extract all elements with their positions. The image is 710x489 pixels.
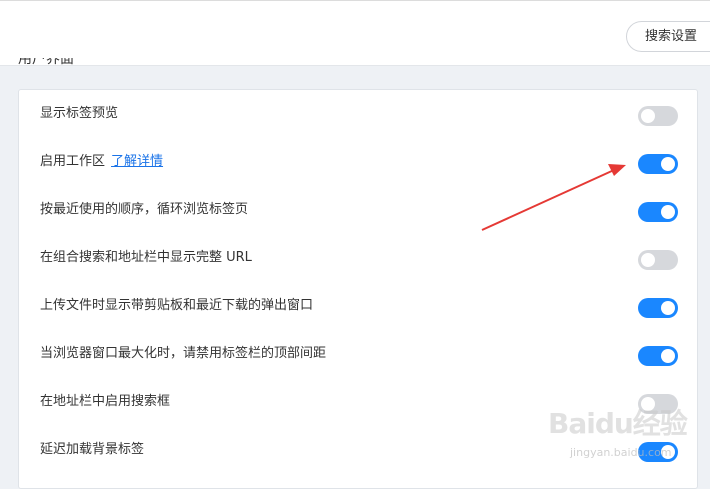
- search-settings-button[interactable]: 搜索设置: [626, 21, 710, 52]
- setting-label: 启用工作区: [40, 154, 106, 169]
- setting-label: 在组合搜索和地址栏中显示完整 URL: [40, 250, 252, 265]
- watermark-url: jingyan.baidu.com: [570, 446, 672, 459]
- toggle-switch[interactable]: [638, 298, 678, 318]
- baidu-watermark: Baidu经验 jingyan.baidu.com: [540, 394, 710, 474]
- toggle-switch[interactable]: [638, 346, 678, 366]
- toggle-switch[interactable]: [638, 106, 678, 126]
- top-bar: 搜索设置: [0, 0, 710, 66]
- setting-label: 在地址栏中启用搜索框: [40, 394, 171, 409]
- learn-more-link[interactable]: 了解详情: [111, 154, 163, 169]
- section-title: 用户界面: [18, 58, 74, 78]
- setting-label: 按最近使用的顺序，循环浏览标签页: [40, 202, 249, 217]
- setting-label: 显示标签预览: [40, 106, 119, 121]
- toggle-knob: [661, 301, 675, 315]
- toggle-switch[interactable]: [638, 202, 678, 222]
- setting-row-tabbar-spacing: 当浏览器窗口最大化时，请禁用标签栏的顶部间距: [19, 330, 699, 378]
- setting-label-container: 启用工作区 了解详情: [40, 153, 163, 171]
- setting-label: 当浏览器窗口最大化时，请禁用标签栏的顶部间距: [40, 346, 327, 361]
- toggle-knob: [641, 253, 655, 267]
- setting-row-workspaces: 启用工作区 了解详情: [19, 138, 699, 186]
- section-title-text: 用户界面: [18, 58, 74, 67]
- setting-row-tab-preview: 显示标签预览: [19, 90, 699, 138]
- setting-row-full-url: 在组合搜索和地址栏中显示完整 URL: [19, 234, 699, 282]
- toggle-switch[interactable]: [638, 154, 678, 174]
- toggle-knob: [661, 157, 675, 171]
- setting-label: 延迟加载背景标签: [40, 442, 145, 457]
- toggle-knob: [661, 205, 675, 219]
- setting-row-upload-popup: 上传文件时显示带剪贴板和最近下载的弹出窗口: [19, 282, 699, 330]
- watermark-logo: Baidu经验: [548, 407, 688, 440]
- toggle-knob: [641, 109, 655, 123]
- toggle-knob: [661, 349, 675, 363]
- setting-label: 上传文件时显示带剪贴板和最近下载的弹出窗口: [40, 298, 314, 313]
- setting-row-cycle-tabs: 按最近使用的顺序，循环浏览标签页: [19, 186, 699, 234]
- toggle-switch[interactable]: [638, 250, 678, 270]
